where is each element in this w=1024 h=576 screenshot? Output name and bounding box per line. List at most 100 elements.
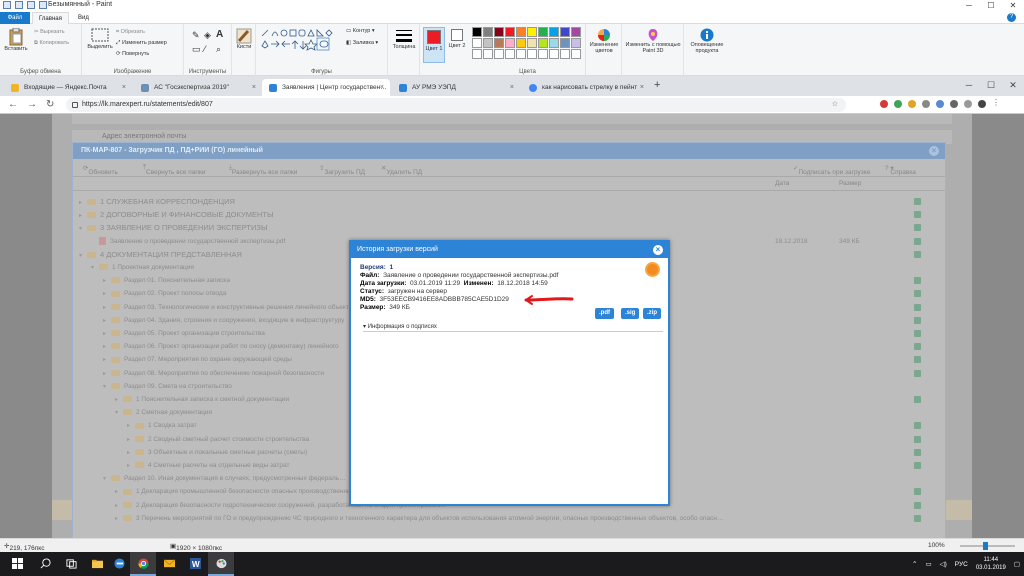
tab-close-icon[interactable]: ×: [252, 79, 256, 96]
upload-icon[interactable]: [914, 224, 921, 232]
tree-folder-row[interactable]: ▸ 3 Перечень мероприятий по ГО и предупре…: [73, 512, 933, 525]
clock[interactable]: 11:44 03.01.2019: [976, 556, 1006, 572]
palette-swatch[interactable]: [571, 49, 581, 59]
redo-icon[interactable]: [27, 1, 35, 9]
collapse-all-button[interactable]: ⤒ Свернуть все папки: [143, 164, 205, 176]
tab-close-icon[interactable]: ×: [640, 79, 644, 96]
palette-swatch[interactable]: [483, 38, 493, 48]
sign-on-upload-toggle[interactable]: ✓ Подписать при загрузке: [793, 164, 870, 176]
fill-icon[interactable]: ◈: [204, 30, 211, 41]
palette-swatch[interactable]: [527, 27, 537, 37]
delete-button[interactable]: ✕ Удалить ПД: [381, 164, 422, 176]
tree-folder-row[interactable]: ▾ 3 ЗАЯВЛЕНИЕ О ПРОВЕДЕНИИ ЭКСПЕРТИЗЫ: [73, 221, 933, 234]
profile-avatar[interactable]: [978, 100, 986, 108]
refresh-button[interactable]: ⟳ Обновить: [83, 164, 118, 176]
tab-close-icon[interactable]: ×: [122, 79, 126, 96]
expand-toggle-icon[interactable]: ▸: [115, 486, 123, 499]
crop-button[interactable]: ⌗ Обрезать: [116, 29, 145, 36]
palette-swatch[interactable]: [483, 49, 493, 59]
color2-button[interactable]: Цвет 2: [447, 27, 467, 49]
brushes-button[interactable]: Кисти: [234, 28, 254, 50]
expand-toggle-icon[interactable]: ▾: [103, 473, 111, 486]
upload-button[interactable]: ⇧ Загрузить ПД: [319, 164, 365, 176]
upload-icon[interactable]: [914, 277, 921, 285]
expand-toggle-icon[interactable]: ▾: [91, 262, 99, 275]
word-taskbar-button[interactable]: W: [182, 552, 208, 576]
palette-swatch[interactable]: [549, 27, 559, 37]
upload-icon[interactable]: [914, 488, 921, 496]
expand-all-button[interactable]: ⤓ Развернуть все папки: [229, 164, 297, 176]
download-pdf-button[interactable]: .pdf: [595, 308, 614, 319]
expand-toggle-icon[interactable]: ▸: [115, 513, 123, 526]
column-date[interactable]: Дата: [775, 180, 789, 187]
palette-swatch[interactable]: [494, 27, 504, 37]
expand-toggle-icon[interactable]: ▸: [103, 368, 111, 381]
expand-toggle-icon[interactable]: ▸: [127, 447, 135, 460]
reload-button[interactable]: ↻: [46, 99, 54, 110]
color1-button[interactable]: Цвет 1: [423, 27, 445, 63]
menu-kebab-icon[interactable]: ⋮: [992, 99, 1000, 108]
palette-swatch[interactable]: [516, 38, 526, 48]
expand-toggle-icon[interactable]: ▸: [103, 288, 111, 301]
back-button[interactable]: ←: [8, 99, 18, 110]
palette-swatch[interactable]: [527, 38, 537, 48]
search-button[interactable]: [32, 552, 58, 576]
browser-tab[interactable]: как нарисовать стрелку в пейнт ×: [522, 79, 650, 96]
magnifier-icon[interactable]: ⌕: [216, 44, 221, 55]
paste-button[interactable]: Вставить: [4, 28, 28, 52]
paint3d-button[interactable]: Изменить с помощью Paint 3D: [624, 28, 682, 54]
version-history-close-icon[interactable]: ×: [653, 245, 663, 255]
network-icon[interactable]: ▭: [925, 560, 931, 568]
expand-toggle-icon[interactable]: ▸: [127, 420, 135, 433]
task-view-button[interactable]: [58, 552, 84, 576]
browser-tab[interactable]: АС "Госэкспертиза 2019" ×: [134, 79, 262, 96]
eraser-icon[interactable]: ▭: [192, 44, 201, 55]
bookmark-star-icon[interactable]: ☆: [832, 98, 838, 112]
palette-swatch[interactable]: [538, 27, 548, 37]
signature-info-section[interactable]: ▾ Информация о подписях: [363, 323, 663, 332]
extension-icon[interactable]: [950, 100, 958, 108]
upload-icon[interactable]: [914, 198, 921, 205]
palette-swatch[interactable]: [505, 49, 515, 59]
expand-toggle-icon[interactable]: ▸: [103, 341, 111, 354]
upload-icon[interactable]: [914, 396, 921, 403]
paint-taskbar-button[interactable]: [208, 552, 234, 576]
upload-icon[interactable]: [914, 435, 921, 443]
upload-icon[interactable]: [914, 462, 921, 469]
upload-icon[interactable]: [914, 316, 921, 324]
upload-icon[interactable]: [914, 501, 921, 509]
upload-icon[interactable]: [914, 356, 921, 364]
upload-icon[interactable]: [914, 514, 921, 522]
cut-button[interactable]: ✂ Вырезать: [34, 29, 65, 35]
tab-close-icon[interactable]: ×: [510, 79, 514, 96]
browser-maximize-button[interactable]: ☐: [980, 76, 1002, 94]
palette-swatch[interactable]: [494, 49, 504, 59]
download-sig-button[interactable]: .sig: [621, 308, 640, 319]
expand-toggle-icon[interactable]: ▸: [103, 354, 111, 367]
upload-icon[interactable]: [914, 448, 921, 456]
color-picker-icon[interactable]: ⁄: [204, 44, 206, 54]
tree-folder-row[interactable]: ▸ 2 ДОГОВОРНЫЕ И ФИНАНСОВЫЕ ДОКУМЕНТЫ: [73, 208, 933, 221]
palette-swatch[interactable]: [571, 38, 581, 48]
palette-swatch[interactable]: [560, 38, 570, 48]
download-zip-button[interactable]: .zip: [643, 308, 661, 319]
palette-swatch[interactable]: [472, 27, 482, 37]
browser-close-button[interactable]: ✕: [1002, 76, 1024, 94]
url-bar[interactable]: https://lk.marexpert.ru/statements/edit/…: [66, 98, 846, 112]
chrome-taskbar-button[interactable]: [130, 552, 156, 576]
palette-swatch[interactable]: [527, 49, 537, 59]
shapes-gallery[interactable]: [260, 28, 340, 58]
color-palette[interactable]: [472, 27, 581, 59]
print-icon[interactable]: [39, 1, 47, 9]
save-icon[interactable]: [3, 1, 11, 9]
edit-colors-button[interactable]: Изменение цветов: [587, 28, 621, 54]
expand-toggle-icon[interactable]: ▸: [127, 434, 135, 447]
upload-icon[interactable]: [914, 211, 921, 219]
upload-icon[interactable]: [914, 303, 921, 311]
close-button[interactable]: ✕: [1002, 0, 1024, 12]
undo-icon[interactable]: [15, 1, 23, 9]
minimize-button[interactable]: ─: [958, 0, 980, 12]
start-button[interactable]: [4, 552, 30, 576]
thickness-button[interactable]: Толщина: [390, 28, 418, 50]
palette-swatch[interactable]: [560, 49, 570, 59]
